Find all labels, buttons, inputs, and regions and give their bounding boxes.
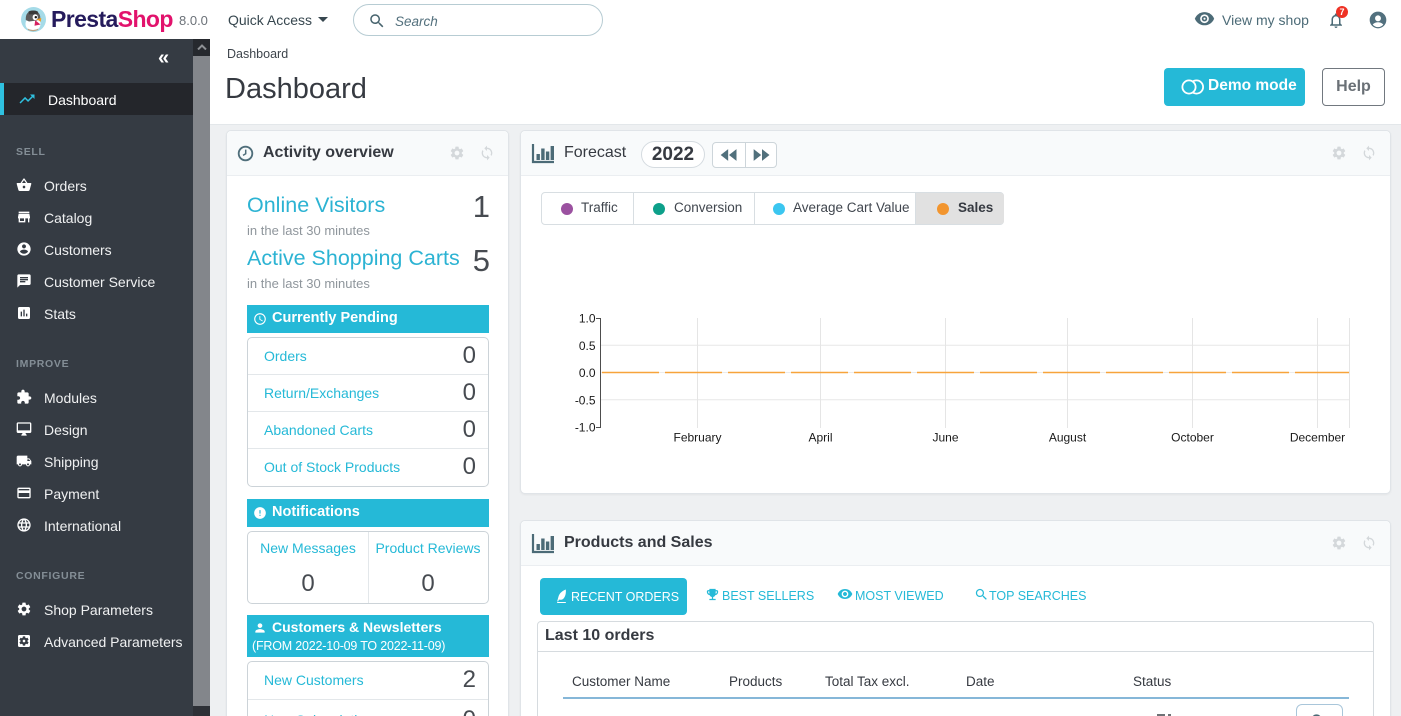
svg-text:April: April <box>808 431 832 445</box>
svg-text:-0.5: -0.5 <box>575 393 596 407</box>
svg-text:October: October <box>1171 431 1214 445</box>
svg-text:0.0: 0.0 <box>579 366 596 380</box>
svg-text:0.5: 0.5 <box>579 339 596 353</box>
svg-text:1.0: 1.0 <box>579 312 596 326</box>
svg-text:June: June <box>932 431 958 445</box>
svg-text:August: August <box>1049 431 1087 445</box>
svg-text:-1.0: -1.0 <box>575 421 596 435</box>
svg-text:February: February <box>673 431 721 445</box>
svg-text:December: December <box>1290 431 1345 445</box>
